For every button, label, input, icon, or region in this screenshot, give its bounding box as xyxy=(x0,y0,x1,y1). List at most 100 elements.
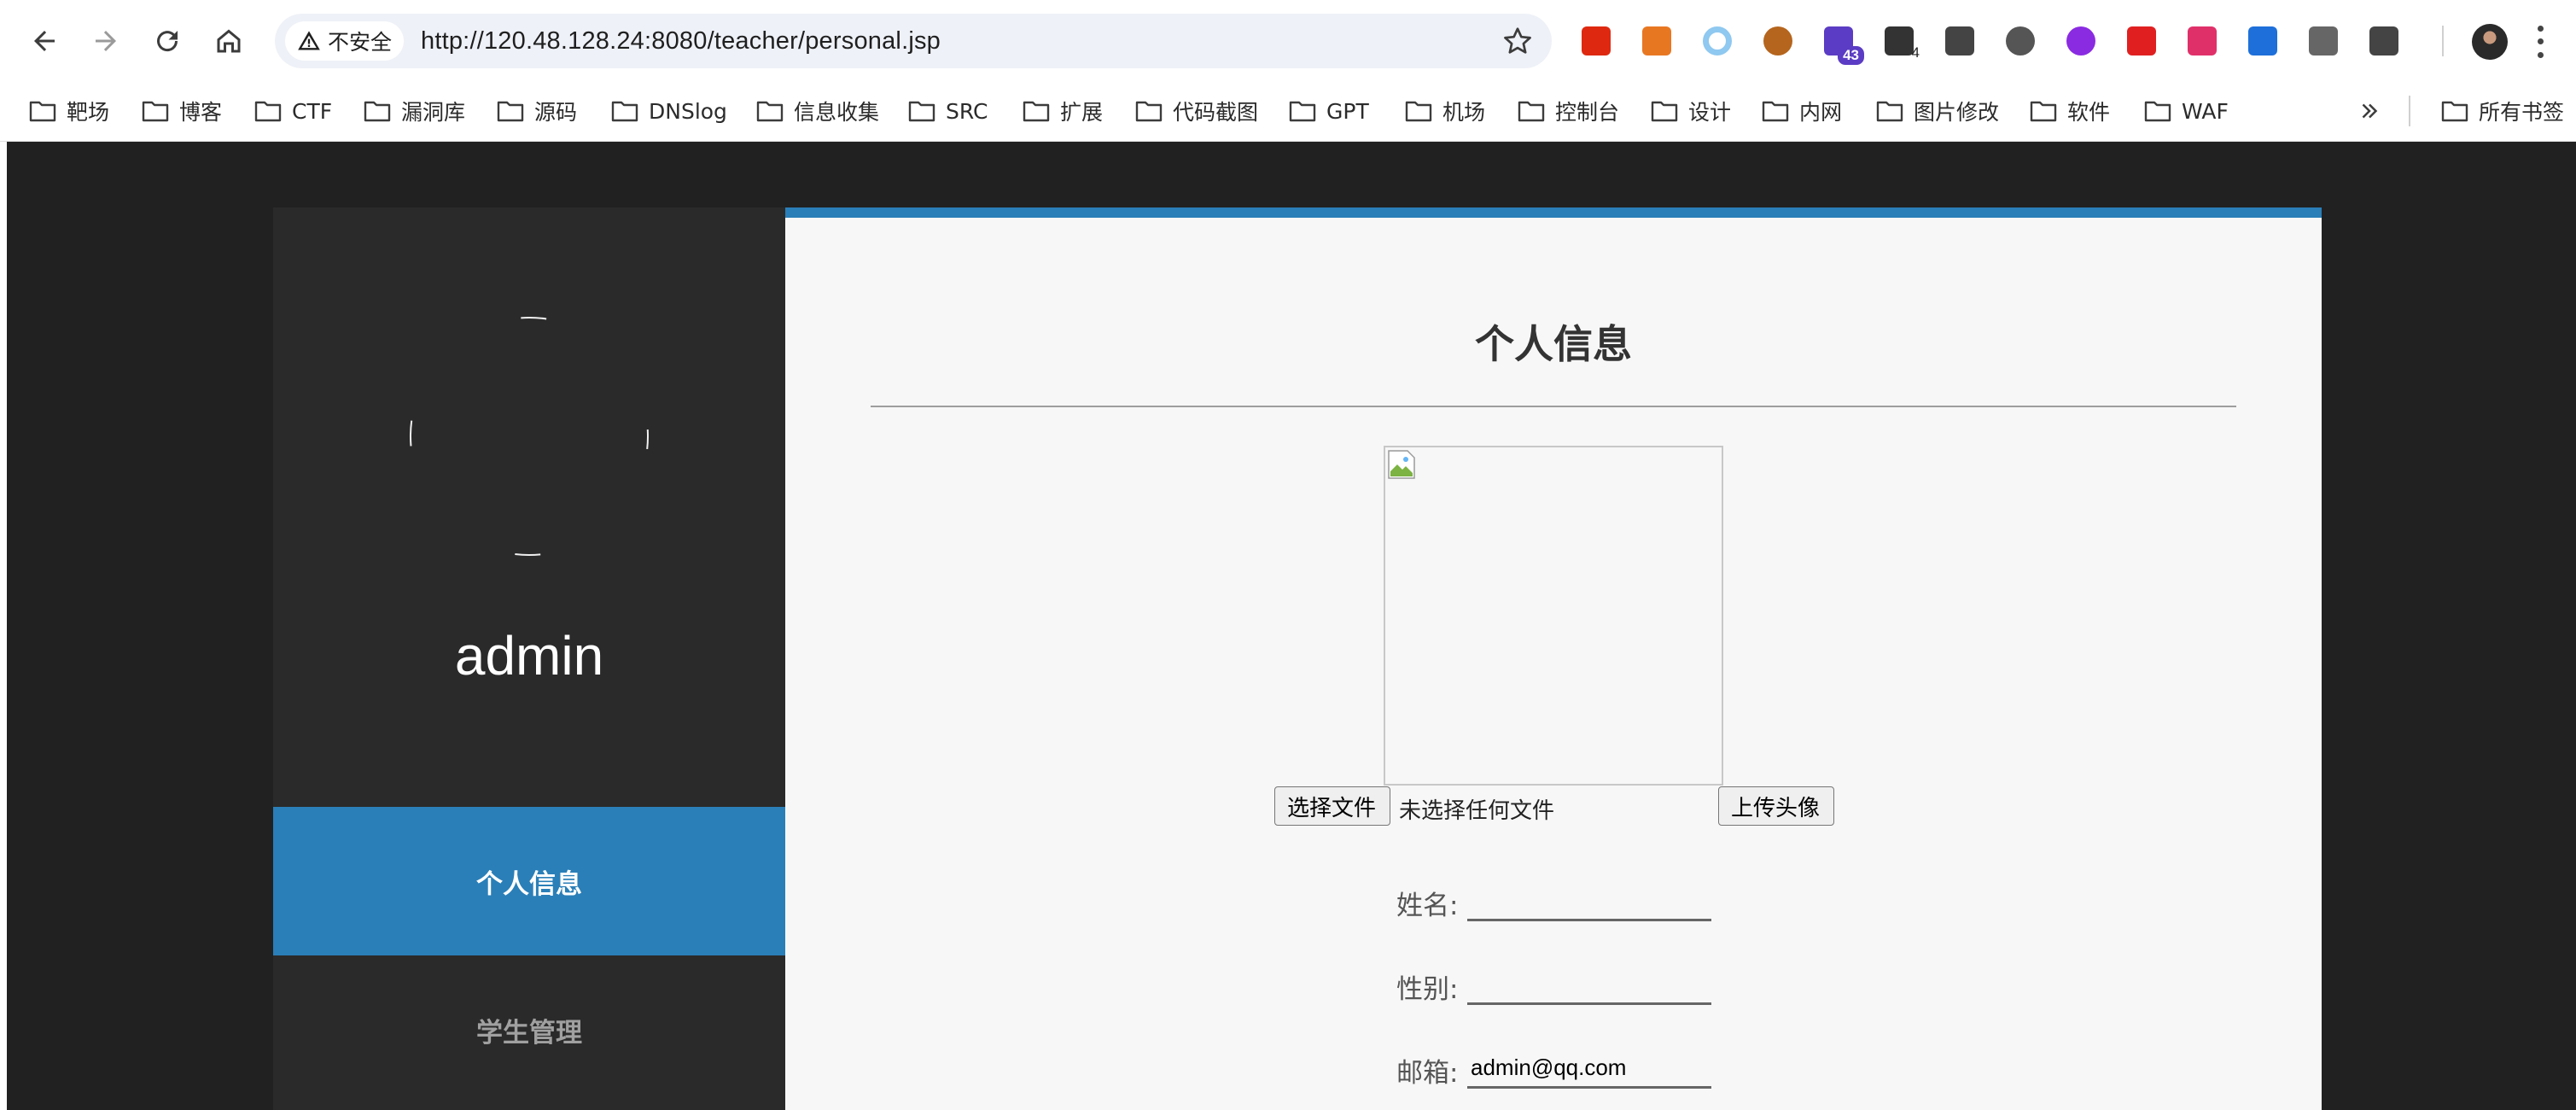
gender-field[interactable] xyxy=(1467,954,1711,1005)
puzzle-ext-icon[interactable] xyxy=(2363,20,2404,61)
home-icon xyxy=(217,29,241,53)
bookmark-folder[interactable]: 机场 xyxy=(1405,91,1485,131)
folder-icon xyxy=(1651,101,1678,122)
bookmark-all-bookmarks[interactable]: 所有书签 xyxy=(2441,91,2564,131)
avatar-image xyxy=(1384,446,1723,786)
folder-icon xyxy=(2030,101,2057,122)
email-field[interactable] xyxy=(1467,1037,1711,1089)
folder-icon xyxy=(364,101,391,122)
security-label: 不安全 xyxy=(328,30,393,55)
bird-ext-icon[interactable] xyxy=(2242,20,2283,61)
security-chip[interactable]: 不安全 xyxy=(285,21,405,61)
bookmark-label: 源码 xyxy=(534,100,578,125)
bookmark-folder[interactable]: GPT xyxy=(1289,91,1369,131)
reload-icon xyxy=(157,31,178,52)
pilcrow-ext-icon[interactable] xyxy=(1636,20,1677,61)
panda-ext-icon[interactable]: 4 xyxy=(1879,20,1920,61)
bookmark-label: 图片修改 xyxy=(1914,100,2000,125)
bookmark-folder[interactable]: 内网 xyxy=(1762,91,1842,131)
profile-avatar[interactable] xyxy=(2472,24,2508,60)
graduation-cap-ext-icon[interactable]: 43 xyxy=(1818,20,1864,65)
ring-ext-icon[interactable] xyxy=(1697,20,1738,61)
bookmark-folder[interactable]: WAF xyxy=(2144,91,2229,131)
china-flag-ext-icon[interactable] xyxy=(1576,20,1617,61)
kebab-menu-icon[interactable] xyxy=(2532,22,2549,61)
bookmark-folder[interactable]: SRC xyxy=(908,91,988,131)
bookmark-label: SRC xyxy=(946,98,988,124)
bookmark-folder[interactable]: 控制台 xyxy=(1518,91,1619,131)
name-label: 姓名: xyxy=(1396,891,1459,921)
name-row: 姓名: xyxy=(1396,863,1738,932)
folder-icon xyxy=(142,101,169,122)
bookmarks-overflow-chevron-icon[interactable] xyxy=(2352,92,2387,130)
folder-icon xyxy=(1023,101,1050,122)
folder-icon xyxy=(1135,101,1163,122)
address-bar[interactable]: 不安全 http://120.48.128.24:8080/teacher/pe… xyxy=(275,14,1552,68)
reload-button[interactable] xyxy=(147,20,188,61)
bookmark-folder[interactable]: 图片修改 xyxy=(1876,91,1999,131)
home-button[interactable] xyxy=(208,20,249,61)
upload-row: 选择文件 未选择任何文件 上传头像 xyxy=(1274,786,1872,827)
folder-icon xyxy=(1289,101,1316,122)
folder-icon xyxy=(2441,101,2468,122)
hat-ext-icon[interactable] xyxy=(1939,20,1980,61)
moon-ext-icon[interactable] xyxy=(2060,20,2101,61)
no-file-text: 未选择任何文件 xyxy=(1399,798,1555,824)
bookmark-folder[interactable]: 博客 xyxy=(142,91,222,131)
sidebar-item-personal-info[interactable]: 个人信息 xyxy=(273,807,785,955)
bookmark-label: 博客 xyxy=(179,100,223,125)
bookmark-folder[interactable]: 设计 xyxy=(1651,91,1731,131)
bookmark-folder[interactable]: 源码 xyxy=(497,91,577,131)
bookmark-star-icon[interactable] xyxy=(1502,26,1533,56)
name-field[interactable] xyxy=(1467,870,1711,921)
sidebar-item-student-management[interactable]: 学生管理 xyxy=(273,955,785,1104)
bookmark-label: 所有书签 xyxy=(2479,100,2565,125)
folder-icon xyxy=(1405,101,1432,122)
bookmark-label: CTF xyxy=(292,98,333,124)
folder-icon xyxy=(497,101,524,122)
folder-icon xyxy=(611,101,638,122)
extension-badge: 4 xyxy=(1911,44,1920,61)
cookie-ext-icon[interactable] xyxy=(1757,20,1798,61)
extensions-bar: 43 4 xyxy=(1576,20,2424,65)
bookmark-folder[interactable]: CTF xyxy=(254,91,332,131)
upload-avatar-button[interactable]: 上传头像 xyxy=(1718,786,1834,826)
folder-icon xyxy=(1518,101,1545,122)
translate-ext-icon[interactable] xyxy=(2182,20,2223,61)
bookmark-folder[interactable]: 漏洞库 xyxy=(364,91,465,131)
url-text[interactable]: http://120.48.128.24:8080/teacher/person… xyxy=(421,27,941,56)
bookmark-label: 内网 xyxy=(1799,100,1843,125)
page-title: 个人信息 xyxy=(1475,321,1632,367)
choose-file-button[interactable]: 选择文件 xyxy=(1274,786,1390,826)
folder-icon xyxy=(908,101,935,122)
bookmarks-divider xyxy=(2409,96,2410,126)
bookmark-label: WAF xyxy=(2182,98,2229,124)
avatar xyxy=(410,317,649,556)
bookmark-label: 漏洞库 xyxy=(401,100,466,125)
arrow-right-icon xyxy=(96,31,116,51)
bookmark-label: 靶场 xyxy=(67,100,110,125)
bookmark-folder[interactable]: 信息收集 xyxy=(756,91,879,131)
back-button[interactable] xyxy=(24,20,65,61)
folder-icon xyxy=(1762,101,1789,122)
broken-image-icon xyxy=(1388,450,1415,479)
bookmark-folder[interactable]: 靶场 xyxy=(29,91,109,131)
browser-toolbar: 不安全 http://120.48.128.24:8080/teacher/pe… xyxy=(0,0,2576,82)
fe-ext-icon[interactable] xyxy=(2121,20,2162,61)
bookmark-label: 控制台 xyxy=(1555,100,1620,125)
warning-icon xyxy=(298,31,320,50)
gear-ext-icon[interactable] xyxy=(2303,20,2344,61)
bookmark-folder[interactable]: DNSlog xyxy=(611,91,727,131)
folder-icon xyxy=(1876,101,1903,122)
bookmark-folder[interactable]: 代码截图 xyxy=(1135,91,1258,131)
bookmark-folder[interactable]: 扩展 xyxy=(1023,91,1103,131)
bookmark-folder[interactable]: 软件 xyxy=(2030,91,2110,131)
forward-button[interactable] xyxy=(85,20,126,61)
username: admin xyxy=(454,625,604,686)
bookmark-label: DNSlog xyxy=(649,98,727,124)
bookmark-label: 信息收集 xyxy=(794,100,880,125)
eye-ext-icon[interactable] xyxy=(2000,20,2041,61)
arrow-left-icon xyxy=(34,31,55,51)
folder-icon xyxy=(756,101,784,122)
bookmark-label: GPT xyxy=(1326,98,1369,124)
